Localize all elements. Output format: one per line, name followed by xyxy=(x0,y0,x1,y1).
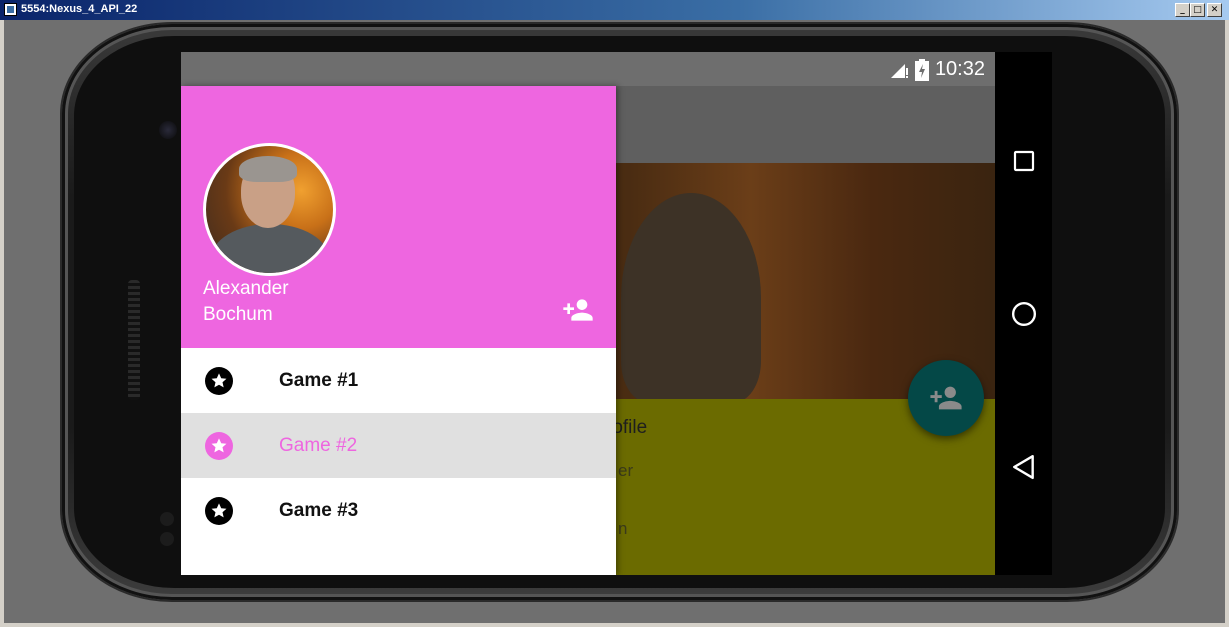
status-clock: 10:32 xyxy=(934,58,985,80)
circle-icon xyxy=(1011,301,1037,327)
app-window-icon xyxy=(4,3,17,16)
card-line: n xyxy=(618,519,628,538)
add-person-fab[interactable] xyxy=(908,360,984,436)
maximize-button[interactable]: □ xyxy=(1190,3,1205,17)
drawer-header: Alexander Bochum xyxy=(181,86,616,348)
user-first-name: Alexander xyxy=(203,278,289,299)
status-bar: 10:32 xyxy=(181,52,995,86)
menu-item-partial[interactable] xyxy=(181,543,616,575)
user-name: Alexander Bochum xyxy=(203,276,403,328)
home-button[interactable] xyxy=(1009,299,1039,329)
add-account-icon[interactable] xyxy=(562,294,594,326)
recents-button[interactable] xyxy=(1009,146,1039,176)
camera-icon xyxy=(159,121,177,139)
sensor-dot xyxy=(160,532,174,546)
menu-item-game-3[interactable]: Game #3 xyxy=(181,478,616,543)
sensor-dot xyxy=(160,512,174,526)
back-button[interactable] xyxy=(1009,452,1039,482)
star-circle-icon xyxy=(205,496,233,525)
card-line: er xyxy=(618,461,634,480)
emulator-frame: rofile er n 10:32 Alexander Bochum Game … xyxy=(0,20,1229,627)
device-screen: rofile er n 10:32 Alexander Bochum Game … xyxy=(181,52,1052,575)
menu-item-label: Game #3 xyxy=(279,499,359,521)
avatar[interactable] xyxy=(203,143,336,276)
minimize-button[interactable]: _ xyxy=(1175,3,1190,17)
star-circle-icon xyxy=(205,431,233,460)
star-circle-icon xyxy=(205,366,233,395)
menu-item-game-2[interactable]: Game #2 xyxy=(181,413,616,478)
triangle-back-icon xyxy=(1013,454,1034,480)
menu-item-label: Game #2 xyxy=(279,434,358,456)
battery-icon xyxy=(914,58,929,81)
window-title: 5554:Nexus_4_API_22 xyxy=(21,3,138,15)
signal-icon xyxy=(890,63,908,78)
window-title-bar: 5554:Nexus_4_API_22 _ □ ✕ xyxy=(0,0,1229,20)
drawer-menu: Game #1 Game #2 Game #3 xyxy=(181,348,616,575)
person-add-icon xyxy=(930,386,962,410)
square-icon xyxy=(1013,150,1035,172)
navigation-drawer: Alexander Bochum Game #1 Game #2 Game #3 xyxy=(181,86,616,575)
speaker-grille xyxy=(128,280,140,400)
menu-item-label: Game #1 xyxy=(279,369,359,391)
user-last-name: Bochum xyxy=(203,304,273,325)
system-nav-bar xyxy=(995,52,1052,575)
menu-item-game-1[interactable]: Game #1 xyxy=(181,348,616,413)
close-button[interactable]: ✕ xyxy=(1207,3,1222,17)
